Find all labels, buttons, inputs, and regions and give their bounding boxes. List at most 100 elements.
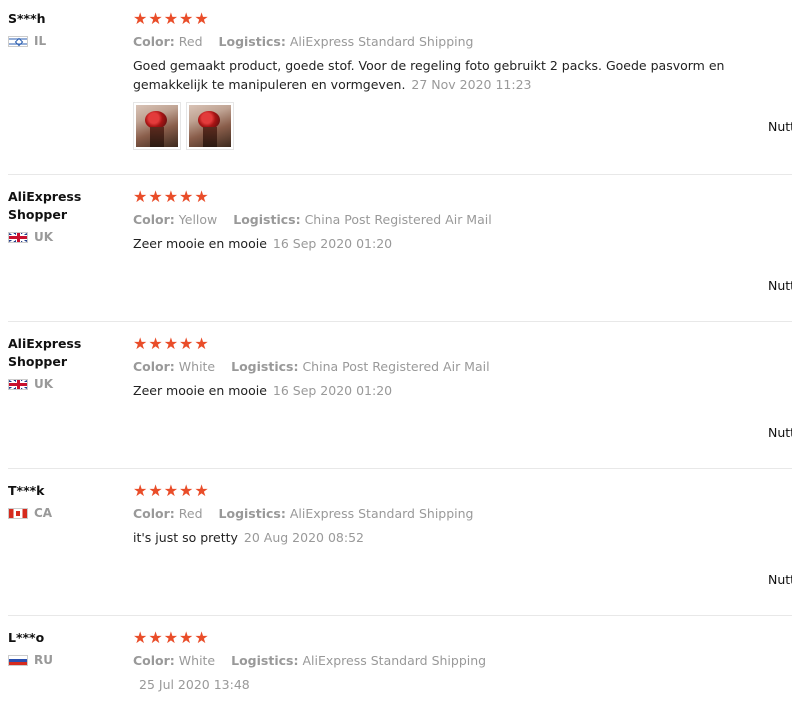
review-text: Zeer mooie en mooie <box>133 383 267 398</box>
star-icon: ★ <box>194 9 209 28</box>
reviewer-info: T***k CA <box>8 482 118 520</box>
country-code: RU <box>34 653 53 667</box>
review-date: 25 Jul 2020 13:48 <box>139 677 250 692</box>
logistics-label: Logistics: <box>233 212 301 227</box>
review-photo-thumbnail[interactable] <box>186 102 234 150</box>
review-date: 20 Aug 2020 08:52 <box>243 530 364 545</box>
star-icon: ★ <box>179 187 194 206</box>
color-value: White <box>178 359 216 374</box>
color-value: White <box>178 653 216 668</box>
reviewer-name: S***h <box>8 11 46 26</box>
flag-ca-icon <box>8 507 28 519</box>
star-rating: ★ ★ ★ ★ ★ <box>133 482 792 500</box>
color-label: Color: <box>133 506 175 521</box>
reviewer-info: S***h IL <box>8 10 118 48</box>
flag-il-icon <box>8 35 28 47</box>
review-meta: Color: White Logistics: China Post Regis… <box>133 358 792 376</box>
review-feedback: 25 Jul 2020 13:48 <box>133 675 792 694</box>
star-rating: ★ ★ ★ ★ ★ <box>133 335 792 353</box>
reviewer-name: L***o <box>8 630 45 645</box>
review-date: 27 Nov 2020 11:23 <box>411 77 532 92</box>
star-icon: ★ <box>133 334 148 353</box>
review-content: ★ ★ ★ ★ ★ Color: Red Logistics: AliExpre… <box>133 482 792 547</box>
star-icon: ★ <box>163 334 179 353</box>
review-feedback: Zeer mooie en mooie 16 Sep 2020 01:20 <box>133 234 792 253</box>
helpful-button[interactable]: Nuttig <box>768 425 792 440</box>
review-meta: Color: Yellow Logistics: China Post Regi… <box>133 211 792 229</box>
reviewer-info: AliExpress Shopper UK <box>8 188 118 244</box>
review-content: ★ ★ ★ ★ ★ Color: Yellow Logistics: China… <box>133 188 792 253</box>
review-item: AliExpress Shopper UK ★ ★ ★ ★ ★ Color: W… <box>0 322 792 469</box>
review-content: ★ ★ ★ ★ ★ Color: Red Logistics: AliExpre… <box>133 10 792 150</box>
star-icon: ★ <box>148 187 163 206</box>
star-icon: ★ <box>133 187 148 206</box>
logistics-value: China Post Registered Air Mail <box>302 359 490 374</box>
helpful-button[interactable]: Nuttig <box>768 572 792 587</box>
review-item: S***h IL ★ ★ ★ ★ ★ Color: Red Logistics:… <box>0 0 792 175</box>
review-content: ★ ★ ★ ★ ★ Color: White Logistics: China … <box>133 335 792 400</box>
star-icon: ★ <box>148 9 163 28</box>
star-icon: ★ <box>194 187 209 206</box>
star-icon: ★ <box>194 334 209 353</box>
logistics-value: AliExpress Standard Shipping <box>289 506 474 521</box>
country-code: CA <box>34 506 53 520</box>
star-rating: ★ ★ ★ ★ ★ <box>133 629 792 647</box>
helpful-button[interactable]: Nuttig <box>768 119 792 134</box>
review-photo-thumbnail[interactable] <box>133 102 181 150</box>
star-icon: ★ <box>194 628 209 647</box>
flag-uk-icon <box>8 231 28 243</box>
logistics-label: Logistics: <box>218 506 286 521</box>
review-feedback: Zeer mooie en mooie 16 Sep 2020 01:20 <box>133 381 792 400</box>
star-icon: ★ <box>179 9 194 28</box>
flag-ru-icon <box>8 654 28 666</box>
review-item: T***k CA ★ ★ ★ ★ ★ Color: Red Logistics:… <box>0 469 792 616</box>
star-icon: ★ <box>179 334 194 353</box>
country-code: UK <box>34 230 54 244</box>
color-label: Color: <box>133 653 175 668</box>
review-feedback: it's just so pretty 20 Aug 2020 08:52 <box>133 528 792 547</box>
star-icon: ★ <box>163 481 179 500</box>
review-photos <box>133 102 792 150</box>
star-icon: ★ <box>179 628 194 647</box>
reviewer-name: AliExpress Shopper <box>8 336 82 369</box>
star-icon: ★ <box>133 481 148 500</box>
logistics-label: Logistics: <box>231 653 299 668</box>
review-text: Zeer mooie en mooie <box>133 236 267 251</box>
star-icon: ★ <box>148 481 163 500</box>
color-value: Red <box>178 34 203 49</box>
review-item: AliExpress Shopper UK ★ ★ ★ ★ ★ Color: Y… <box>0 175 792 322</box>
helpful-button[interactable]: Nuttig <box>768 278 792 293</box>
logistics-value: AliExpress Standard Shipping <box>302 653 487 668</box>
reviewer-country: CA <box>8 506 118 520</box>
reviewer-name: T***k <box>8 483 45 498</box>
reviewer-info: L***o RU <box>8 629 118 667</box>
logistics-value: China Post Registered Air Mail <box>304 212 492 227</box>
logistics-label: Logistics: <box>231 359 299 374</box>
star-icon: ★ <box>148 334 163 353</box>
reviewer-country: IL <box>8 34 118 48</box>
logistics-value: AliExpress Standard Shipping <box>289 34 474 49</box>
reviewer-country: UK <box>8 230 118 244</box>
color-label: Color: <box>133 212 175 227</box>
star-icon: ★ <box>133 628 148 647</box>
logistics-label: Logistics: <box>218 34 286 49</box>
review-content: ★ ★ ★ ★ ★ Color: White Logistics: AliExp… <box>133 629 792 694</box>
reviewer-info: AliExpress Shopper UK <box>8 335 118 391</box>
review-date: 16 Sep 2020 01:20 <box>272 383 393 398</box>
review-date: 16 Sep 2020 01:20 <box>272 236 393 251</box>
color-label: Color: <box>133 34 175 49</box>
reviewer-country: RU <box>8 653 118 667</box>
photo-image <box>136 105 178 147</box>
star-icon: ★ <box>163 9 179 28</box>
country-code: UK <box>34 377 54 391</box>
star-icon: ★ <box>133 9 148 28</box>
review-feedback: Goed gemaakt product, goede stof. Voor d… <box>133 56 792 94</box>
star-rating: ★ ★ ★ ★ ★ <box>133 188 792 206</box>
star-icon: ★ <box>179 481 194 500</box>
star-icon: ★ <box>148 628 163 647</box>
star-icon: ★ <box>163 628 179 647</box>
review-text: it's just so pretty <box>133 530 238 545</box>
review-meta: Color: White Logistics: AliExpress Stand… <box>133 652 792 670</box>
color-value: Red <box>178 506 203 521</box>
reviewer-name: AliExpress Shopper <box>8 189 82 222</box>
